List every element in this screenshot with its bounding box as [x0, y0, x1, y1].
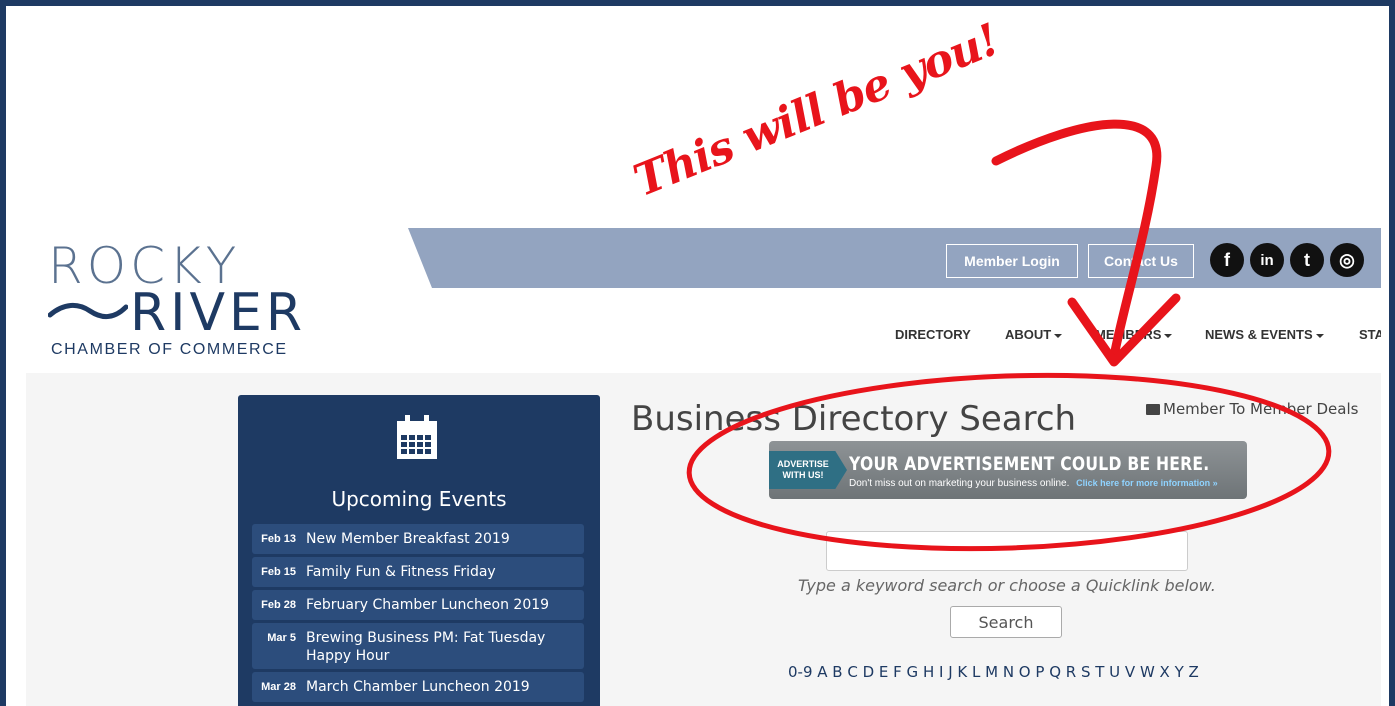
- event-item[interactable]: Mar 28 March Chamber Luncheon 2019: [252, 672, 584, 702]
- ad-more-info-link[interactable]: Click here for more information »: [1076, 478, 1218, 488]
- nav-about[interactable]: ABOUT: [1005, 327, 1063, 342]
- nav-news-events[interactable]: NEWS & EVENTS: [1205, 327, 1324, 342]
- ad-subtext: Don't miss out on marketing your busines…: [849, 478, 1218, 489]
- ad-subtext-label: Don't miss out on marketing your busines…: [849, 478, 1070, 489]
- twitter-icon[interactable]: t: [1290, 243, 1324, 277]
- main-content: Upcoming Events Feb 13 New Member Breakf…: [26, 373, 1381, 706]
- logo-subtitle: CHAMBER OF COMMERCE: [51, 341, 288, 358]
- search-button[interactable]: Search: [950, 606, 1062, 638]
- nav-more[interactable]: STA: [1359, 327, 1381, 342]
- event-title: Family Fun & Fitness Friday: [306, 564, 496, 580]
- annotation-text: This will be you!: [626, 14, 1006, 208]
- nav-members-label: MEMBERS: [1095, 327, 1162, 342]
- top-bar: Member Login Contact Us f in t ◎: [408, 228, 1381, 288]
- instagram-icon[interactable]: ◎: [1330, 243, 1364, 277]
- nav-about-label: ABOUT: [1005, 327, 1052, 342]
- nav-more-label: STA: [1359, 327, 1381, 342]
- logo-river: RIVER: [130, 283, 307, 343]
- ad-tag-line1: ADVERTISE: [777, 459, 829, 469]
- facebook-icon[interactable]: f: [1210, 243, 1244, 277]
- events-title: Upcoming Events: [331, 487, 507, 511]
- caret-down-icon: [1315, 333, 1324, 338]
- alphabet-quicklinks[interactable]: 0-9 A B C D E F G H I J K L M N O P Q R …: [788, 663, 1199, 681]
- member-deals-label: Member To Member Deals: [1163, 400, 1359, 418]
- nav-directory-label: DIRECTORY: [895, 327, 971, 342]
- advertisement-banner[interactable]: ADVERTISE WITH US! YOUR ADVERTISEMENT CO…: [769, 441, 1247, 499]
- caret-down-icon: [1054, 333, 1063, 338]
- ad-tag-line2: WITH US!: [782, 470, 824, 480]
- ad-headline: YOUR ADVERTISEMENT COULD BE HERE.: [849, 453, 1210, 475]
- upcoming-events-panel: Upcoming Events Feb 13 New Member Breakf…: [238, 395, 600, 706]
- page-title: Business Directory Search: [631, 399, 1077, 439]
- site-header: Member Login Contact Us f in t ◎ ROCKY R…: [26, 223, 1381, 373]
- calendar-icon: [397, 415, 437, 459]
- event-date: Feb 28: [261, 599, 296, 611]
- event-date: Feb 15: [261, 566, 296, 578]
- event-date: Mar 5: [267, 632, 296, 644]
- event-title: February Chamber Luncheon 2019: [306, 597, 550, 613]
- deals-icon: [1146, 403, 1160, 415]
- nav-members[interactable]: MEMBERS: [1095, 327, 1173, 342]
- chamber-logo[interactable]: ROCKY RIVER CHAMBER OF COMMERCE: [48, 241, 348, 361]
- event-date: Mar 28: [261, 681, 296, 693]
- screenshot-frame: Member Login Contact Us f in t ◎ ROCKY R…: [0, 0, 1395, 706]
- search-input[interactable]: [826, 531, 1188, 571]
- website: Member Login Contact Us f in t ◎ ROCKY R…: [26, 223, 1381, 706]
- nav-news-events-label: NEWS & EVENTS: [1205, 327, 1313, 342]
- event-title: New Member Breakfast 2019: [306, 531, 510, 547]
- contact-us-button[interactable]: Contact Us: [1088, 244, 1194, 278]
- event-item[interactable]: Mar 5 Brewing Business PM: Fat Tuesday H…: [252, 623, 584, 669]
- event-title: Brewing Business PM: Fat Tuesday Happy H…: [306, 630, 546, 664]
- member-login-button[interactable]: Member Login: [946, 244, 1078, 278]
- event-date: Feb 13: [261, 533, 296, 545]
- event-item[interactable]: Feb 13 New Member Breakfast 2019: [252, 524, 584, 554]
- event-item[interactable]: Feb 28 February Chamber Luncheon 2019: [252, 590, 584, 620]
- event-item[interactable]: Feb 15 Family Fun & Fitness Friday: [252, 557, 584, 587]
- search-hint: Type a keyword search or choose a Quickl…: [798, 576, 1216, 595]
- linkedin-icon[interactable]: in: [1250, 243, 1284, 277]
- advertise-tag: ADVERTISE WITH US!: [769, 451, 847, 489]
- caret-down-icon: [1164, 333, 1173, 338]
- event-title: March Chamber Luncheon 2019: [306, 679, 530, 695]
- logo-wave-icon: [48, 303, 128, 319]
- member-deals-link[interactable]: Member To Member Deals: [1146, 400, 1358, 418]
- nav-directory[interactable]: DIRECTORY: [895, 327, 971, 342]
